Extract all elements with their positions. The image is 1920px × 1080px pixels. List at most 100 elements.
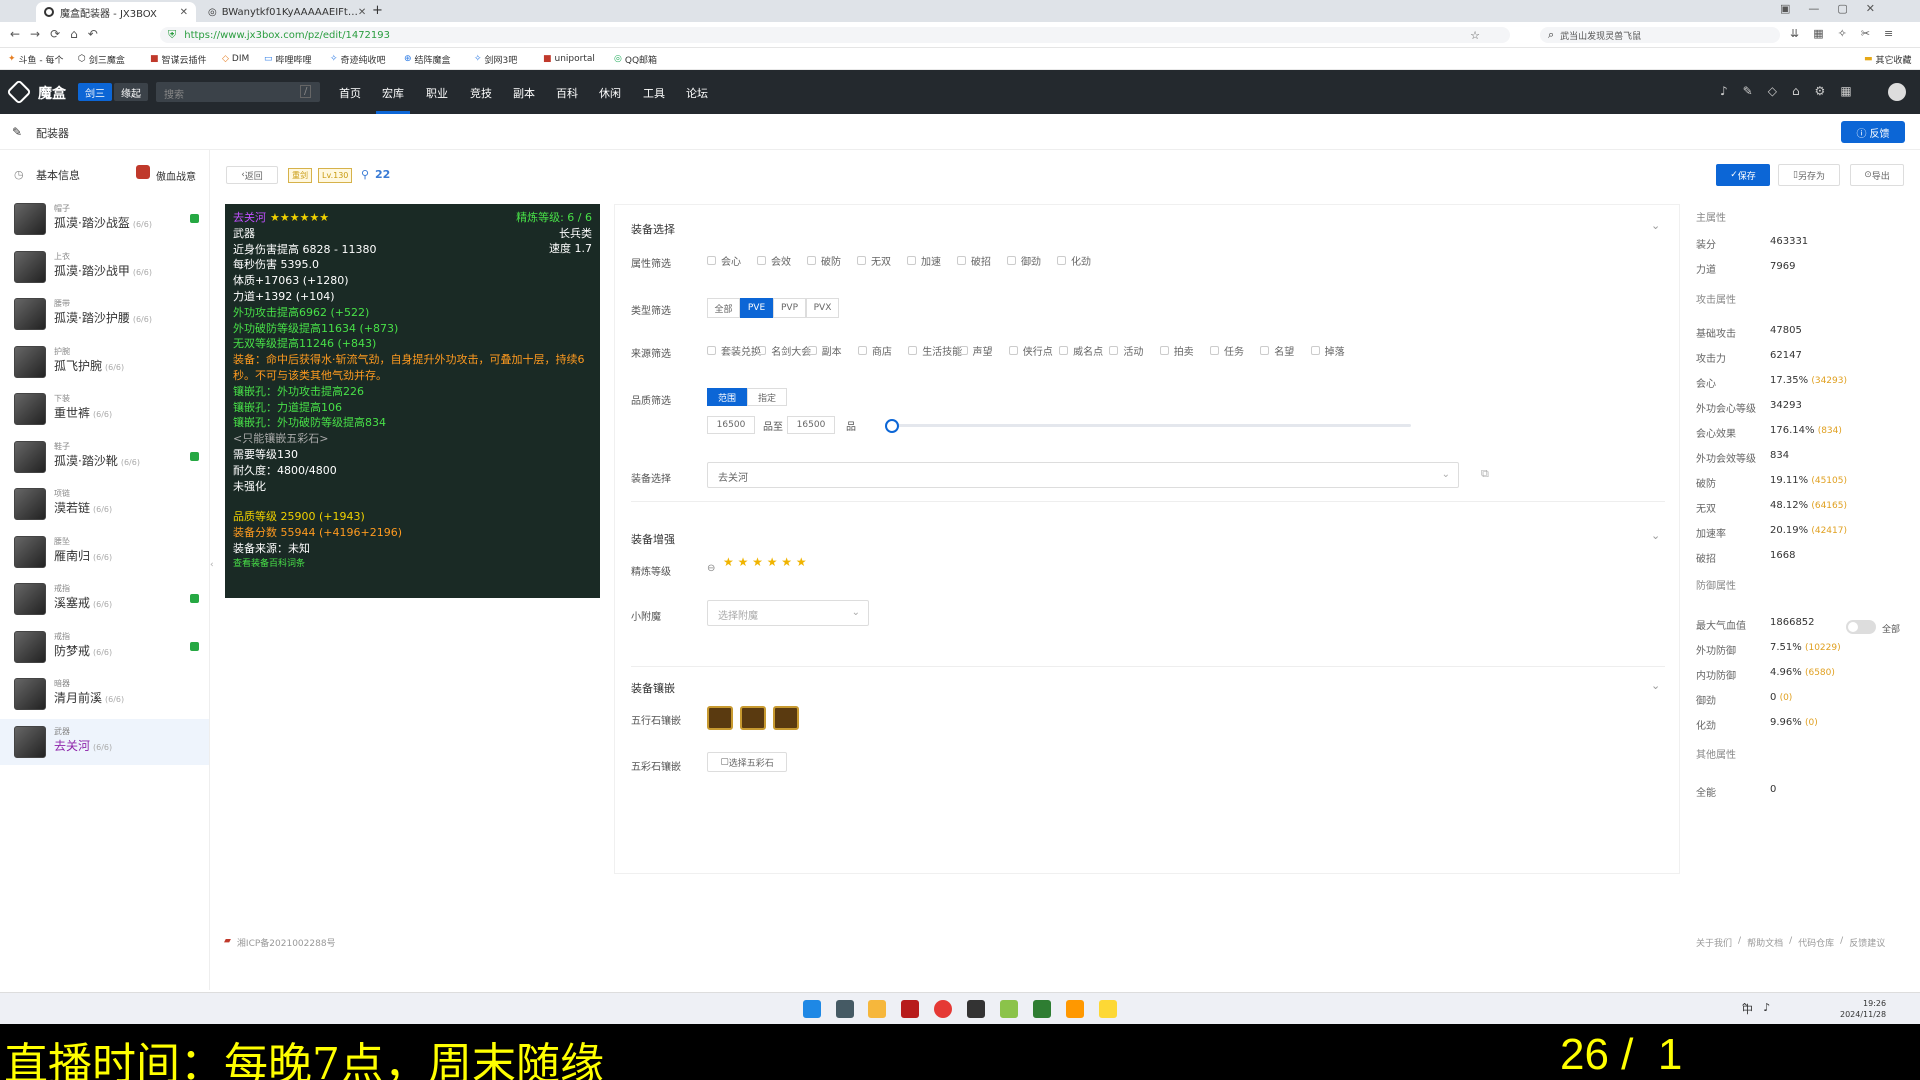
- class-name[interactable]: 傲血战意: [156, 168, 196, 183]
- browser-tab-active[interactable]: 魔盒配装器 - JX3BOX ✕: [36, 2, 196, 22]
- bookmark-item[interactable]: ◇ DIM: [222, 51, 249, 67]
- footer-repo[interactable]: 代码仓库: [1798, 936, 1834, 949]
- app-icon[interactable]: [1033, 1000, 1051, 1018]
- star-icon[interactable]: ☆: [1470, 29, 1480, 42]
- nav-tools[interactable]: 工具: [643, 85, 665, 101]
- copy-icon[interactable]: ⧉: [1481, 467, 1489, 481]
- close-tab-icon[interactable]: ✕: [358, 7, 365, 18]
- quality-exact-tab[interactable]: 指定: [747, 388, 787, 406]
- quality-max-input[interactable]: 16500: [787, 416, 835, 434]
- source-checkbox[interactable]: 套装兑换: [707, 343, 761, 358]
- client-switch-origin[interactable]: 缘起: [114, 83, 148, 101]
- app-icon[interactable]: [836, 1000, 854, 1018]
- equipment-slot[interactable]: 戒指 防梦戒 (6/6): [0, 624, 209, 670]
- browser-tab-2[interactable]: ◎ BWanytkf01KyAAAAAEIFt… ✕: [200, 2, 365, 22]
- start-icon[interactable]: [803, 1000, 821, 1018]
- site-search-input[interactable]: 搜索 /: [156, 82, 320, 102]
- folder-icon[interactable]: [868, 1000, 886, 1018]
- bookmark-item[interactable]: ▭ 哔哩哔哩: [264, 51, 312, 67]
- attr-checkbox[interactable]: 会心: [707, 253, 741, 268]
- save-as-button[interactable]: ▯ 另存为: [1778, 164, 1840, 186]
- enchant-select[interactable]: 选择附魔 ⌄: [707, 600, 869, 626]
- app-icon[interactable]: [1099, 1000, 1117, 1018]
- bookmark-item[interactable]: ✦ 斗鱼 - 每个: [8, 51, 64, 67]
- source-checkbox[interactable]: 名望: [1260, 343, 1294, 358]
- qq-icon[interactable]: [967, 1000, 985, 1018]
- source-checkbox[interactable]: 活动: [1109, 343, 1143, 358]
- equip-select-dropdown[interactable]: 去关河 ⌄: [707, 462, 1459, 488]
- url-field[interactable]: ⛨ https://www.jx3box.com/pz/edit/1472193…: [160, 27, 1510, 43]
- client-switch-jx3[interactable]: 剑三: [78, 83, 112, 101]
- gem-slot-3-icon[interactable]: [773, 706, 799, 730]
- app-icon[interactable]: [901, 1000, 919, 1018]
- window-controls[interactable]: ▣—▢✕: [1780, 2, 1893, 15]
- collapse-sidebar-icon[interactable]: ‹: [210, 560, 214, 570]
- type-filter-button[interactable]: PVE: [740, 298, 773, 318]
- other-bookmarks[interactable]: ▬ 其它收藏: [1864, 51, 1912, 67]
- attr-checkbox[interactable]: 破防: [807, 253, 841, 268]
- chevron-down-icon[interactable]: ⌄: [1651, 529, 1660, 542]
- type-filter-button[interactable]: 全部: [707, 298, 740, 318]
- bookmark-item[interactable]: ⬡ 剑三魔盒: [78, 51, 125, 67]
- equipment-slot[interactable]: 帽子 孤漠·踏沙战盔 (6/6): [0, 196, 209, 242]
- bookmark-item[interactable]: ■ uniportal: [543, 51, 595, 67]
- avatar[interactable]: [1888, 83, 1906, 101]
- nav-class[interactable]: 职业: [426, 85, 448, 101]
- bookmark-item[interactable]: ✧ 剑网3吧: [474, 51, 517, 67]
- chevron-down-icon[interactable]: ⌄: [1651, 219, 1660, 232]
- nav-leisure[interactable]: 休闲: [599, 85, 621, 101]
- attr-checkbox[interactable]: 会效: [757, 253, 791, 268]
- export-button[interactable]: ⊙ 导出: [1850, 164, 1904, 186]
- quality-slider-track[interactable]: [891, 424, 1411, 427]
- source-checkbox[interactable]: 生活技能: [908, 343, 962, 358]
- source-checkbox[interactable]: 商店: [857, 343, 892, 358]
- footer-help[interactable]: 帮助文档: [1747, 936, 1783, 949]
- gem-slot-1-icon[interactable]: [707, 706, 733, 730]
- source-checkbox[interactable]: 拍卖: [1159, 343, 1194, 358]
- source-checkbox[interactable]: 任务: [1210, 343, 1244, 358]
- nav-home[interactable]: 首页: [339, 85, 361, 101]
- bookmark-item[interactable]: ◎ QQ邮箱: [614, 51, 657, 67]
- chrome-icon[interactable]: [934, 1000, 952, 1018]
- footer-feedback[interactable]: 反馈建议: [1849, 936, 1885, 949]
- quality-range-tab[interactable]: 范围: [707, 388, 747, 406]
- type-filter-button[interactable]: PVP: [773, 298, 806, 318]
- footer-about[interactable]: 关于我们: [1696, 936, 1732, 949]
- nav-macro[interactable]: 宏库: [382, 85, 404, 101]
- source-checkbox[interactable]: 掉落: [1310, 343, 1345, 358]
- feedback-button[interactable]: ⓘ 反馈: [1841, 121, 1905, 143]
- equipment-slot[interactable]: 下装 重世裤 (6/6): [0, 386, 209, 432]
- bookmark-item[interactable]: ⊕ 结阵魔盒: [404, 51, 451, 67]
- type-filter-button[interactable]: PVX: [806, 298, 839, 318]
- equipment-slot[interactable]: 项链 漠若链 (6/6): [0, 481, 209, 527]
- source-checkbox[interactable]: 声望: [958, 343, 993, 358]
- browser-search-box[interactable]: ⌕ 武当山发现灵兽飞鼠: [1540, 27, 1780, 43]
- clock[interactable]: 19:26 2024/11/28: [1840, 998, 1886, 1020]
- equipment-slot[interactable]: 上衣 孤漠·踏沙战甲 (6/6): [0, 244, 209, 290]
- close-tab-icon[interactable]: ✕: [180, 7, 188, 18]
- nav-dungeon[interactable]: 副本: [513, 85, 535, 101]
- equipment-slot[interactable]: 鞋子 孤漠·踏沙靴 (6/6): [0, 434, 209, 480]
- tooltip-line[interactable]: 查看装备百科词条: [233, 557, 592, 573]
- nav-buttons[interactable]: ←→⟳⌂↶: [10, 27, 108, 41]
- app-icon[interactable]: [1066, 1000, 1084, 1018]
- gem-slot-2-icon[interactable]: [740, 706, 766, 730]
- browser-extension-icons[interactable]: ⇊▦✧✂≡: [1790, 27, 1907, 40]
- attr-checkbox[interactable]: 加速: [907, 253, 941, 268]
- clear-refine-icon[interactable]: ⊖: [707, 563, 715, 574]
- nav-pvp[interactable]: 竞技: [470, 85, 492, 101]
- source-checkbox[interactable]: 威名点: [1059, 343, 1103, 358]
- quality-slider-handle[interactable]: [885, 419, 899, 433]
- bookmark-item[interactable]: ✧ 奇迹纯收吧: [330, 51, 386, 67]
- chevron-down-icon[interactable]: ⌄: [1651, 679, 1660, 692]
- equipment-slot[interactable]: 腰带 孤漠·踏沙护腰 (6/6): [0, 291, 209, 337]
- app-icon[interactable]: [1000, 1000, 1018, 1018]
- icp-footer[interactable]: ▰ 湘ICP备2021002288号: [224, 936, 336, 949]
- attr-checkbox[interactable]: 御劲: [1007, 253, 1041, 268]
- nav-wiki[interactable]: 百科: [556, 85, 578, 101]
- site-brand[interactable]: 魔盒: [38, 83, 66, 103]
- attr-checkbox[interactable]: 破招: [957, 253, 991, 268]
- header-action-icons[interactable]: ♪✎◇⌂⚙▦: [1720, 84, 1867, 98]
- defense-toggle[interactable]: [1846, 620, 1876, 634]
- back-button[interactable]: ‹ 返回: [226, 166, 278, 184]
